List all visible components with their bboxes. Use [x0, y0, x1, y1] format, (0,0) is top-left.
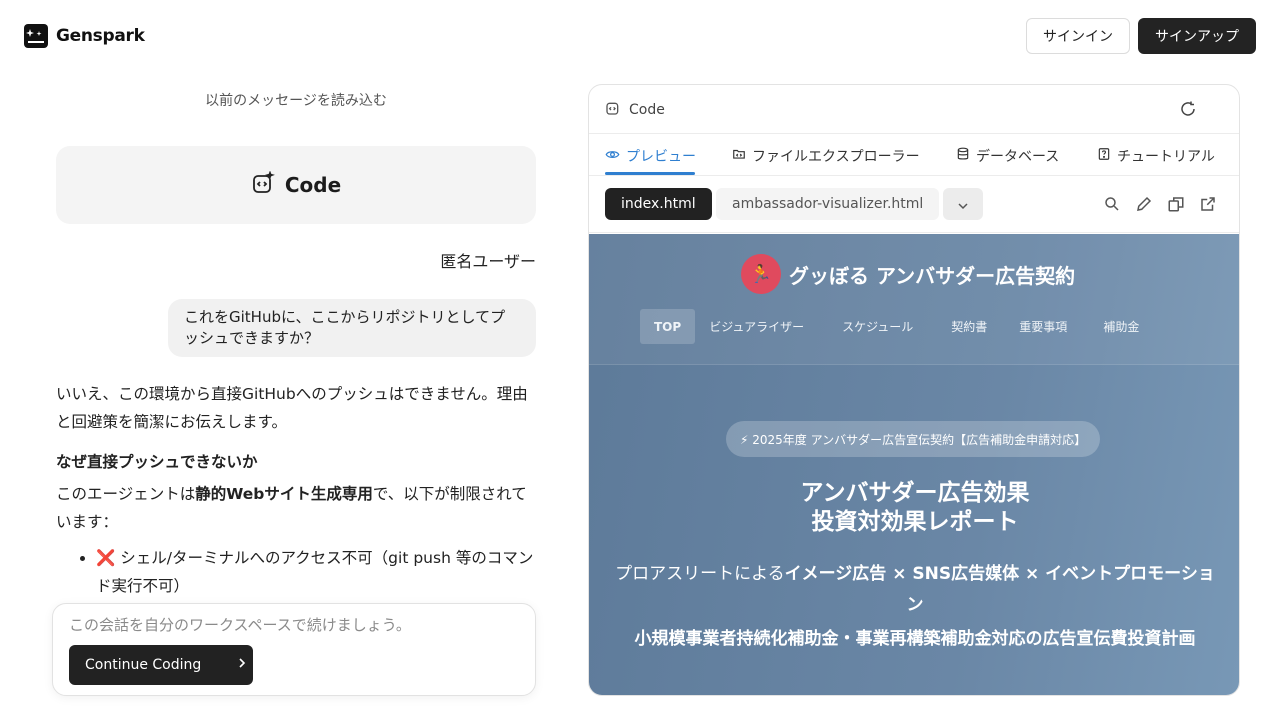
- nav-schedule[interactable]: スケジュール: [818, 309, 937, 344]
- panel-title-label: Code: [629, 102, 665, 118]
- assistant-answer: いいえ、この環境から直接GitHubへのプッシュはできません。理由と回避策を簡潔…: [56, 380, 536, 604]
- load-previous-messages-link[interactable]: 以前のメッセージを読み込む: [56, 90, 536, 110]
- continue-panel: この会話を自分のワークスペースで続けましょう。 Continue Coding: [52, 603, 536, 696]
- list-item: ❌ シェル/ターミナルへのアクセス不可（git push 等のコマンド実行不可）: [96, 544, 536, 600]
- hero-subtitle-2: 小規模事業者持続化補助金・事業再構築補助金対応の広告宣伝費投資計画: [634, 629, 1196, 649]
- tab-file-explorer[interactable]: ファイルエクスプローラー: [732, 146, 920, 166]
- signin-button[interactable]: サインイン: [1026, 18, 1130, 54]
- continue-prompt-text: この会話を自分のワークスペースで続けましょう。: [69, 616, 411, 634]
- brand-badge-icon: 🏃: [741, 254, 781, 294]
- tab-database-label: データベース: [976, 149, 1060, 165]
- database-icon: [956, 147, 970, 165]
- more-files-button[interactable]: [943, 188, 983, 220]
- file-tab-ambassador[interactable]: ambassador-visualizer.html: [716, 188, 940, 220]
- eye-icon: [605, 147, 620, 166]
- tab-database[interactable]: データベース: [956, 146, 1059, 166]
- answer-bullet-list: ❌ シェル/ターミナルへのアクセス不可（git push 等のコマンド実行不可）: [96, 544, 536, 600]
- hero-title: アンバサダー広告効果 投資対効果レポート: [589, 479, 1239, 537]
- nav-important[interactable]: 重要事項: [1005, 309, 1089, 344]
- tab-tutorial-label: チュートリアル: [1117, 149, 1215, 165]
- tab-file-explorer-label: ファイルエクスプローラー: [752, 149, 920, 165]
- tab-preview[interactable]: プレビュー: [605, 146, 696, 166]
- user-name: 匿名ユーザー: [440, 252, 536, 271]
- site-brand-name: グッぼる アンバサダー広告契約: [789, 263, 1076, 288]
- active-tab-indicator: [605, 172, 695, 175]
- answer-intro: いいえ、この環境から直接GitHubへのプッシュはできません。理由と回避策を簡潔…: [56, 385, 528, 431]
- edit-icon[interactable]: [1135, 195, 1153, 217]
- hero-badge: ⚡ 2025年度 アンバサダー広告宣伝契約【広告補助金申請対応】: [726, 421, 1101, 457]
- external-link-icon[interactable]: [1199, 195, 1217, 217]
- chevron-right-icon: [237, 657, 247, 673]
- help-icon: [1097, 147, 1111, 165]
- nav-subsidy[interactable]: 補助金: [1089, 309, 1153, 344]
- nav-contract[interactable]: 契約書: [937, 309, 1005, 344]
- tab-tutorial[interactable]: チュートリアル: [1097, 146, 1215, 166]
- continue-coding-button[interactable]: Continue Coding: [69, 645, 253, 685]
- logo[interactable]: Genspark: [24, 24, 145, 48]
- refresh-icon[interactable]: [1179, 100, 1197, 122]
- genspark-logo-icon: [24, 24, 48, 48]
- user-message-bubble: これをGitHubに、ここからリポジトリとしてプッシュできますか？: [168, 299, 536, 357]
- code-card-label: Code: [284, 173, 342, 197]
- nav-top[interactable]: TOP: [640, 309, 696, 344]
- search-icon[interactable]: [1103, 195, 1121, 217]
- continue-coding-label: Continue Coding: [85, 657, 202, 673]
- signup-button[interactable]: サインアップ: [1138, 18, 1256, 54]
- site-brand[interactable]: 🏃 グッぼる アンバサダー広告契約: [741, 254, 1075, 294]
- code-icon: [605, 100, 621, 120]
- hero-title-line2: 投資対効果レポート: [811, 509, 1019, 535]
- code-panel: Code プレビュー ファイルエクスプローラー データベース チュートリアル i…: [588, 84, 1240, 696]
- file-tab-index[interactable]: index.html: [605, 188, 712, 220]
- panel-title: Code: [605, 100, 665, 120]
- code-sparkle-icon: [251, 170, 275, 199]
- code-card[interactable]: Code: [56, 146, 536, 224]
- panel-header: Code: [589, 85, 1239, 134]
- folder-icon: [732, 147, 746, 165]
- file-bar: index.html ambassador-visualizer.html: [589, 177, 1239, 233]
- panel-tabs: プレビュー ファイルエクスプローラー データベース チュートリアル: [589, 134, 1239, 176]
- hero-subtitle: プロアスリートによるイメージ広告 × SNS広告媒体 × イベントプロモーション: [615, 564, 1215, 615]
- tab-preview-label: プレビュー: [626, 149, 696, 165]
- brand-name: Genspark: [56, 26, 145, 46]
- chevron-down-icon: [957, 195, 969, 214]
- answer-heading: なぜ直接プッシュできないか: [56, 453, 258, 471]
- copy-icon[interactable]: [1167, 195, 1185, 217]
- hero-title-line1: アンバサダー広告効果: [800, 480, 1030, 506]
- top-bar: Genspark サインイン サインアップ: [0, 0, 1280, 72]
- site-nav: TOP ビジュアライザー スケジュール 契約書 重要事項 補助金: [640, 309, 1153, 344]
- answer-paragraph: このエージェントは静的Webサイト生成専用で、以下が制限されています：: [56, 485, 527, 531]
- nav-visualizer[interactable]: ビジュアライザー: [695, 309, 818, 344]
- site-header: 🏃 グッぼる アンバサダー広告契約 TOP ビジュアライザー スケジュール 契約…: [589, 234, 1239, 365]
- site-preview: 🏃 グッぼる アンバサダー広告契約 TOP ビジュアライザー スケジュール 契約…: [589, 234, 1239, 695]
